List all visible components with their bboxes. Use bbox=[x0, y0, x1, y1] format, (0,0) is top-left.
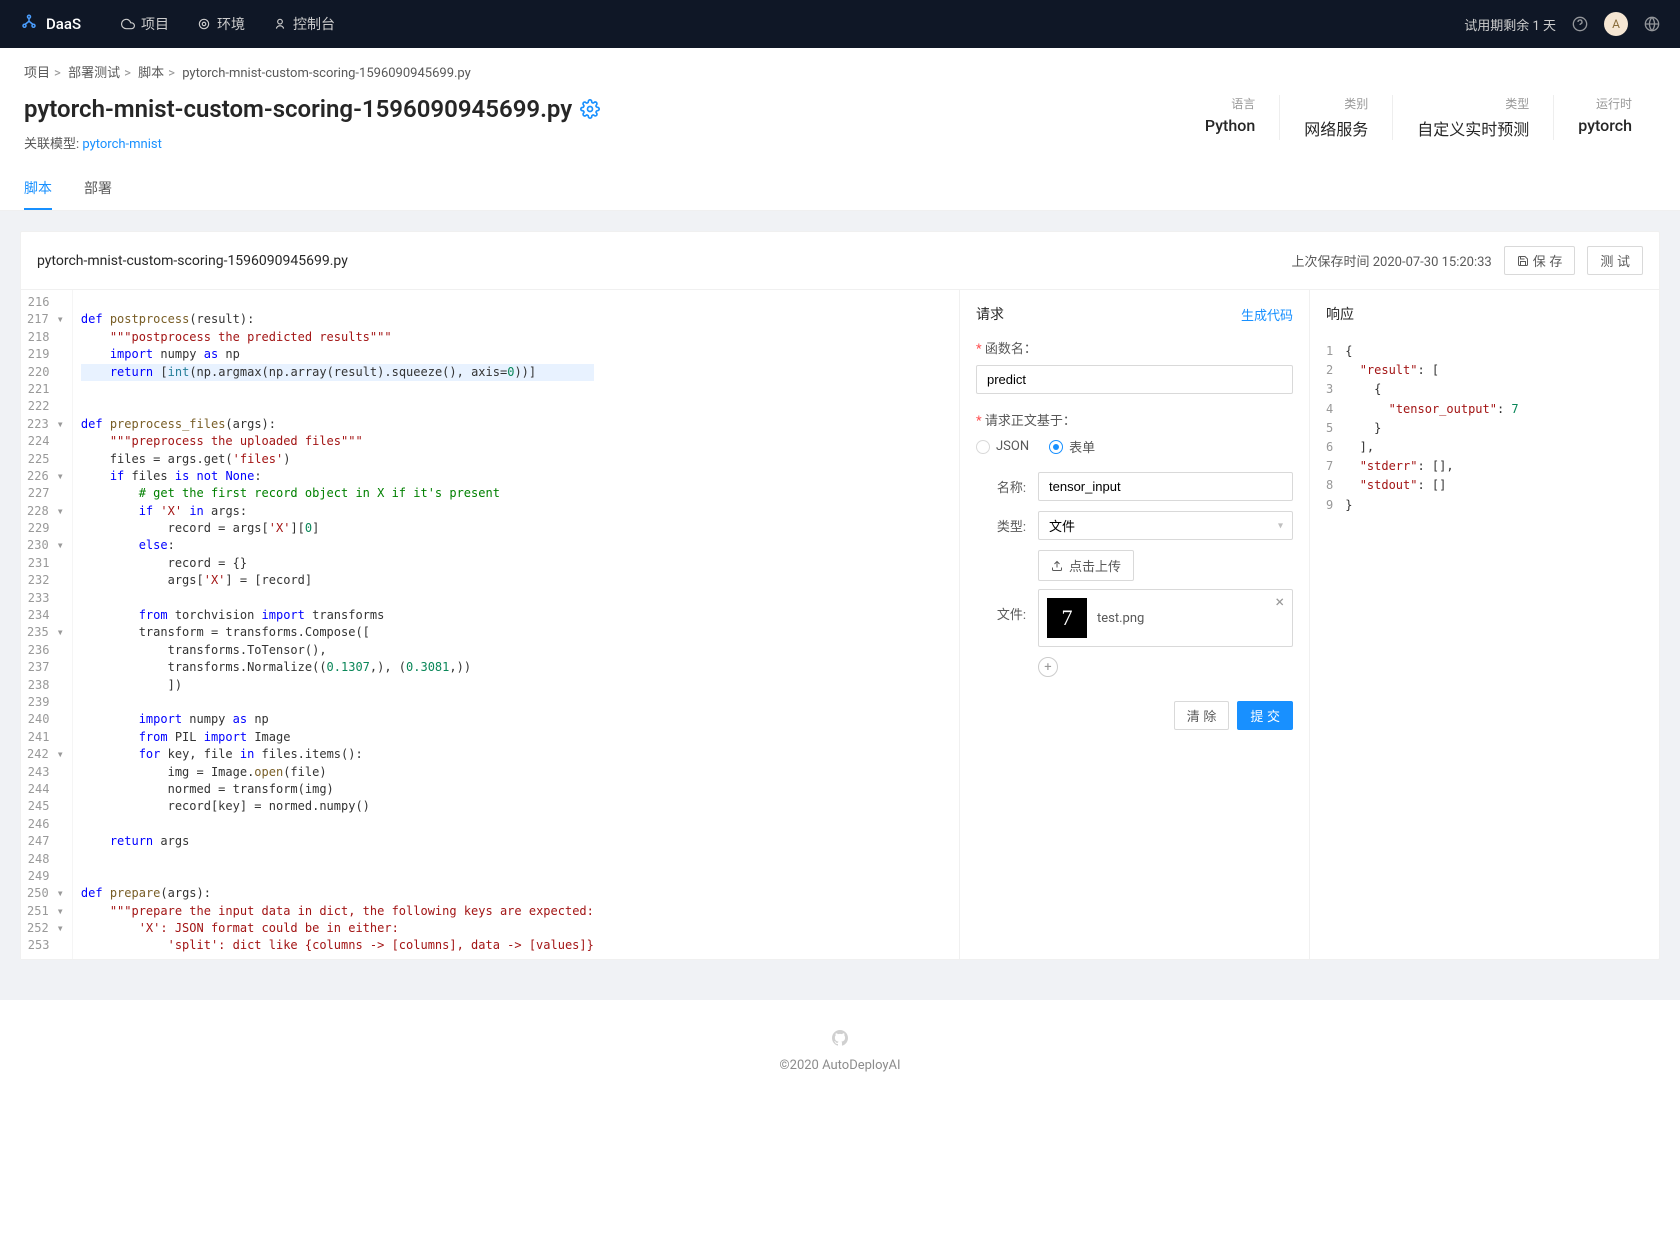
avatar[interactable]: A bbox=[1604, 12, 1628, 36]
response-header: 响应 bbox=[1310, 290, 1659, 338]
add-param-button[interactable]: + bbox=[1038, 657, 1058, 677]
filename: pytorch-mnist-custom-scoring-15960909456… bbox=[37, 253, 348, 269]
request-panel: 请求 生成代码 函数名： 请求正文基于： bbox=[959, 290, 1309, 959]
env-icon bbox=[197, 17, 211, 31]
trial-text: 试用期剩余 1 天 bbox=[1464, 15, 1556, 34]
uploaded-file-card: 7 test.png × bbox=[1038, 589, 1293, 647]
breadcrumb: 项目> 部署测试> 脚本> pytorch-mnist-custom-scori… bbox=[0, 48, 1680, 95]
meta-category: 类别 网络服务 bbox=[1279, 95, 1392, 140]
clear-button[interactable]: 清 除 bbox=[1174, 701, 1230, 730]
response-panel: 响应 1 2 3 4 5 6 7 8 9 { "result": [ { "te… bbox=[1309, 290, 1659, 959]
card-header: pytorch-mnist-custom-scoring-15960909456… bbox=[21, 232, 1659, 290]
logo[interactable]: DaaS bbox=[20, 13, 81, 36]
breadcrumb-item[interactable]: 部署测试 bbox=[68, 66, 120, 81]
tabs: 脚本 部署 bbox=[0, 168, 1680, 211]
radio-json[interactable]: JSON bbox=[976, 439, 1029, 454]
help-icon[interactable] bbox=[1572, 16, 1588, 32]
associated-model: 关联模型: pytorch-mnist bbox=[24, 133, 600, 152]
page-header: pytorch-mnist-custom-scoring-15960909456… bbox=[0, 95, 1680, 168]
tab-script[interactable]: 脚本 bbox=[24, 168, 52, 210]
side-panels: 请求 生成代码 函数名： 请求正文基于： bbox=[959, 290, 1659, 959]
breadcrumb-item: pytorch-mnist-custom-scoring-15960909456… bbox=[182, 66, 471, 81]
submit-button[interactable]: 提 交 bbox=[1237, 701, 1293, 730]
meta-runtime: 运行时 pytorch bbox=[1553, 95, 1656, 140]
logo-icon bbox=[20, 13, 38, 36]
response-gutter: 1 2 3 4 5 6 7 8 9 bbox=[1326, 342, 1345, 515]
footer: ©2020 AutoDeployAI bbox=[0, 1000, 1680, 1093]
file-label: 文件: bbox=[976, 604, 1026, 623]
body-based-label: 请求正文基于： bbox=[976, 410, 1293, 429]
upload-icon bbox=[1051, 560, 1063, 572]
tab-deploy[interactable]: 部署 bbox=[84, 168, 112, 210]
footer-text: ©2020 AutoDeployAI bbox=[0, 1058, 1680, 1073]
nav-item-projects[interactable]: 项目 bbox=[121, 14, 169, 34]
radio-group: JSON 表单 bbox=[976, 437, 1293, 456]
page-title: pytorch-mnist-custom-scoring-15960909456… bbox=[24, 95, 600, 123]
header-actions: 上次保存时间 2020-07-30 15:20:33 保 存 测 试 bbox=[1292, 246, 1644, 275]
request-body: 函数名： 请求正文基于： JSON bbox=[960, 338, 1309, 746]
meta-language: 语言 Python bbox=[1181, 95, 1279, 140]
cloud-icon bbox=[121, 17, 135, 31]
nav-item-env[interactable]: 环境 bbox=[197, 14, 245, 34]
code-lines[interactable]: def postprocess(result): """postprocess … bbox=[73, 290, 602, 959]
uploaded-file-name: test.png bbox=[1097, 611, 1144, 626]
radio-icon bbox=[1049, 440, 1063, 454]
save-icon bbox=[1517, 255, 1529, 267]
code-editor[interactable]: 216 217 ▾ 218 219 220 221 222 223 ▾ 224 … bbox=[21, 290, 959, 959]
test-button[interactable]: 测 试 bbox=[1587, 246, 1643, 275]
name-label: 名称: bbox=[976, 477, 1026, 496]
globe-icon[interactable] bbox=[1644, 16, 1660, 32]
file-thumbnail: 7 bbox=[1047, 598, 1087, 638]
action-buttons: 清 除 提 交 bbox=[976, 701, 1293, 730]
radio-icon bbox=[976, 440, 990, 454]
breadcrumb-item[interactable]: 项目 bbox=[24, 66, 50, 81]
nav-item-console[interactable]: 控制台 bbox=[273, 14, 335, 34]
editor-card: pytorch-mnist-custom-scoring-15960909456… bbox=[20, 231, 1660, 960]
save-time: 上次保存时间 2020-07-30 15:20:33 bbox=[1292, 251, 1492, 270]
topbar-right: 试用期剩余 1 天 A bbox=[1464, 12, 1660, 36]
breadcrumb-item[interactable]: 脚本 bbox=[138, 66, 164, 81]
type-select[interactable]: ▾ bbox=[1038, 511, 1293, 540]
gear-icon[interactable] bbox=[580, 99, 600, 119]
content-area: pytorch-mnist-custom-scoring-15960909456… bbox=[0, 211, 1680, 1000]
fn-name-input[interactable] bbox=[976, 365, 1293, 394]
associated-model-link[interactable]: pytorch-mnist bbox=[82, 137, 161, 152]
chevron-down-icon: ▾ bbox=[1278, 520, 1283, 531]
upload-button[interactable]: 点击上传 bbox=[1038, 550, 1134, 581]
request-header: 请求 生成代码 bbox=[960, 290, 1309, 338]
editor-body: 216 217 ▾ 218 219 220 221 222 223 ▾ 224 … bbox=[21, 290, 1659, 959]
save-button[interactable]: 保 存 bbox=[1504, 246, 1576, 275]
radio-form[interactable]: 表单 bbox=[1049, 437, 1095, 456]
nav-items: 项目 环境 控制台 bbox=[121, 14, 335, 34]
logo-text: DaaS bbox=[46, 15, 81, 33]
console-icon bbox=[273, 17, 287, 31]
fn-name-label: 函数名： bbox=[976, 338, 1293, 357]
name-input[interactable] bbox=[1038, 472, 1293, 501]
type-label: 类型: bbox=[976, 516, 1026, 535]
topbar: DaaS 项目 环境 控制台 试用期剩余 1 天 A bbox=[0, 0, 1680, 48]
response-body: 1 2 3 4 5 6 7 8 9 { "result": [ { "tenso… bbox=[1310, 338, 1659, 531]
meta-type: 类型 自定义实时预测 bbox=[1392, 95, 1553, 140]
generate-code-link[interactable]: 生成代码 bbox=[1241, 305, 1293, 324]
response-code: { "result": [ { "tensor_output": 7 } ], … bbox=[1345, 342, 1518, 515]
meta-grid: 语言 Python 类别 网络服务 类型 自定义实时预测 运行时 pytorch bbox=[1181, 95, 1656, 140]
param-grid: 名称: 类型: ▾ 文件: 点击上传 bbox=[976, 472, 1293, 677]
github-icon[interactable] bbox=[0, 1030, 1680, 1050]
gutter: 216 217 ▾ 218 219 220 221 222 223 ▾ 224 … bbox=[21, 290, 73, 959]
remove-file-icon[interactable]: × bbox=[1275, 594, 1284, 610]
